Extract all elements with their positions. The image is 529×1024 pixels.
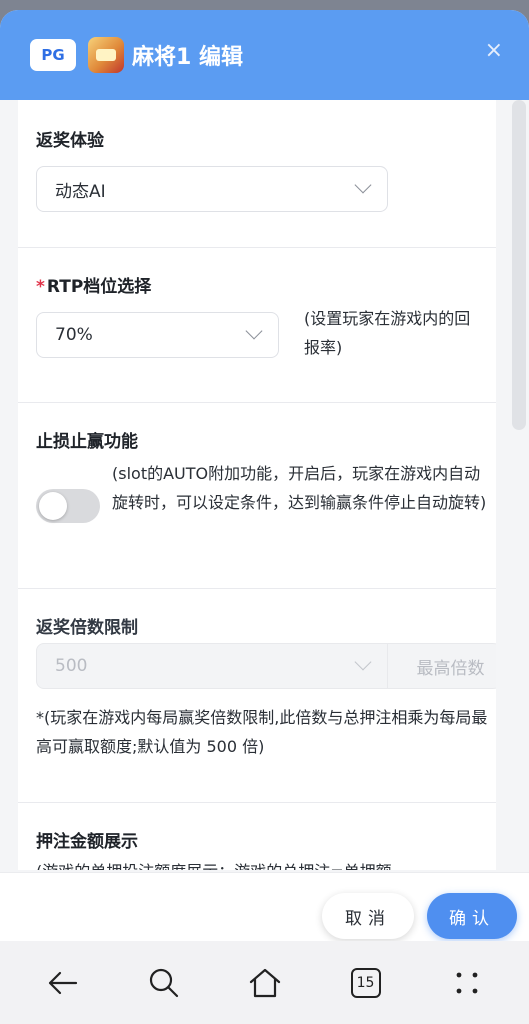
bet-display-label: 押注金额展示 bbox=[36, 832, 138, 852]
dialog-footer: 取消 确认 bbox=[0, 872, 529, 941]
rtp-select-value: 70% bbox=[55, 325, 93, 345]
scrollbar[interactable] bbox=[512, 100, 526, 430]
bet-display-note: (游戏的单押投注额度展示；游戏的总押注=单押额 bbox=[36, 857, 494, 870]
back-button[interactable] bbox=[33, 953, 93, 1013]
required-mark: * bbox=[36, 277, 45, 297]
tabs-count: 15 bbox=[356, 974, 375, 991]
browser-navbar: 15 bbox=[0, 941, 529, 1024]
rebate-label: 返奖体验 bbox=[36, 131, 104, 151]
chevron-down-icon bbox=[354, 653, 372, 671]
form-body[interactable]: 返奖体验 动态AI * RTP档位选择 70% (设置玩家在游戏内的回报率) 止损… bbox=[18, 100, 496, 870]
rtp-section: * RTP档位选择 70% (设置玩家在游戏内的回报率) bbox=[18, 248, 496, 403]
close-icon[interactable]: × bbox=[485, 38, 503, 63]
rebate-select-value: 动态AI bbox=[55, 181, 106, 202]
multiplier-addon: 最高倍数 bbox=[388, 643, 496, 689]
confirm-button[interactable]: 确认 bbox=[427, 893, 517, 939]
pg-badge: PG bbox=[30, 39, 76, 71]
dialog-title: 麻将1 编辑 bbox=[132, 45, 243, 70]
stop-loss-label: 止损止赢功能 bbox=[36, 432, 138, 452]
rtp-label-text: RTP档位选择 bbox=[46, 277, 152, 297]
multiplier-note: *(玩家在游戏内每局赢奖倍数限制,此倍数与总押注相乘为每局最高可赢取额度;默认值… bbox=[36, 708, 488, 756]
more-button[interactable] bbox=[437, 953, 497, 1013]
stop-loss-note: (slot的AUTO附加功能，开启后，玩家在游戏内自动旋转时，可以设定条件，达到… bbox=[112, 464, 487, 512]
stop-loss-toggle[interactable] bbox=[36, 489, 100, 523]
search-icon bbox=[149, 968, 178, 997]
chevron-down-icon bbox=[354, 176, 372, 194]
rtp-note: (设置玩家在游戏内的回报率) bbox=[304, 309, 471, 357]
rebate-select[interactable]: 动态AI bbox=[36, 166, 388, 212]
more-dots-icon bbox=[456, 972, 477, 993]
back-arrow-icon bbox=[48, 971, 77, 994]
rtp-label: * RTP档位选择 bbox=[36, 272, 151, 297]
tabs-button[interactable]: 15 bbox=[336, 953, 396, 1013]
dialog-header: PG 麻将1 编辑 × bbox=[0, 10, 529, 100]
bet-display-section: 押注金额展示 (游戏的单押投注额度展示；游戏的总押注=单押额 bbox=[18, 803, 496, 870]
multiplier-section: 返奖倍数限制 500 最高倍数 *(玩家在游戏内每局赢奖倍数限制,此倍数与总押注… bbox=[18, 589, 496, 803]
game-icon bbox=[88, 37, 124, 73]
home-icon bbox=[249, 968, 280, 997]
rebate-section: 返奖体验 动态AI bbox=[18, 100, 496, 248]
cancel-button[interactable]: 取消 bbox=[322, 893, 414, 939]
rtp-select[interactable]: 70% bbox=[36, 312, 279, 358]
multiplier-label: 返奖倍数限制 bbox=[36, 618, 138, 638]
multiplier-select[interactable]: 500 bbox=[36, 643, 388, 689]
tabs-icon: 15 bbox=[350, 967, 381, 998]
chevron-down-icon bbox=[245, 322, 263, 340]
toggle-knob bbox=[39, 492, 67, 520]
home-button[interactable] bbox=[235, 953, 295, 1013]
edit-dialog: PG 麻将1 编辑 × 返奖体验 动态AI * RTP档位选择 70% (设置玩家… bbox=[0, 10, 529, 941]
stop-loss-section: 止损止赢功能 (slot的AUTO附加功能，开启后，玩家在游戏内自动旋转时，可以… bbox=[18, 403, 496, 589]
search-button[interactable] bbox=[134, 953, 194, 1013]
multiplier-select-value: 500 bbox=[55, 656, 88, 676]
